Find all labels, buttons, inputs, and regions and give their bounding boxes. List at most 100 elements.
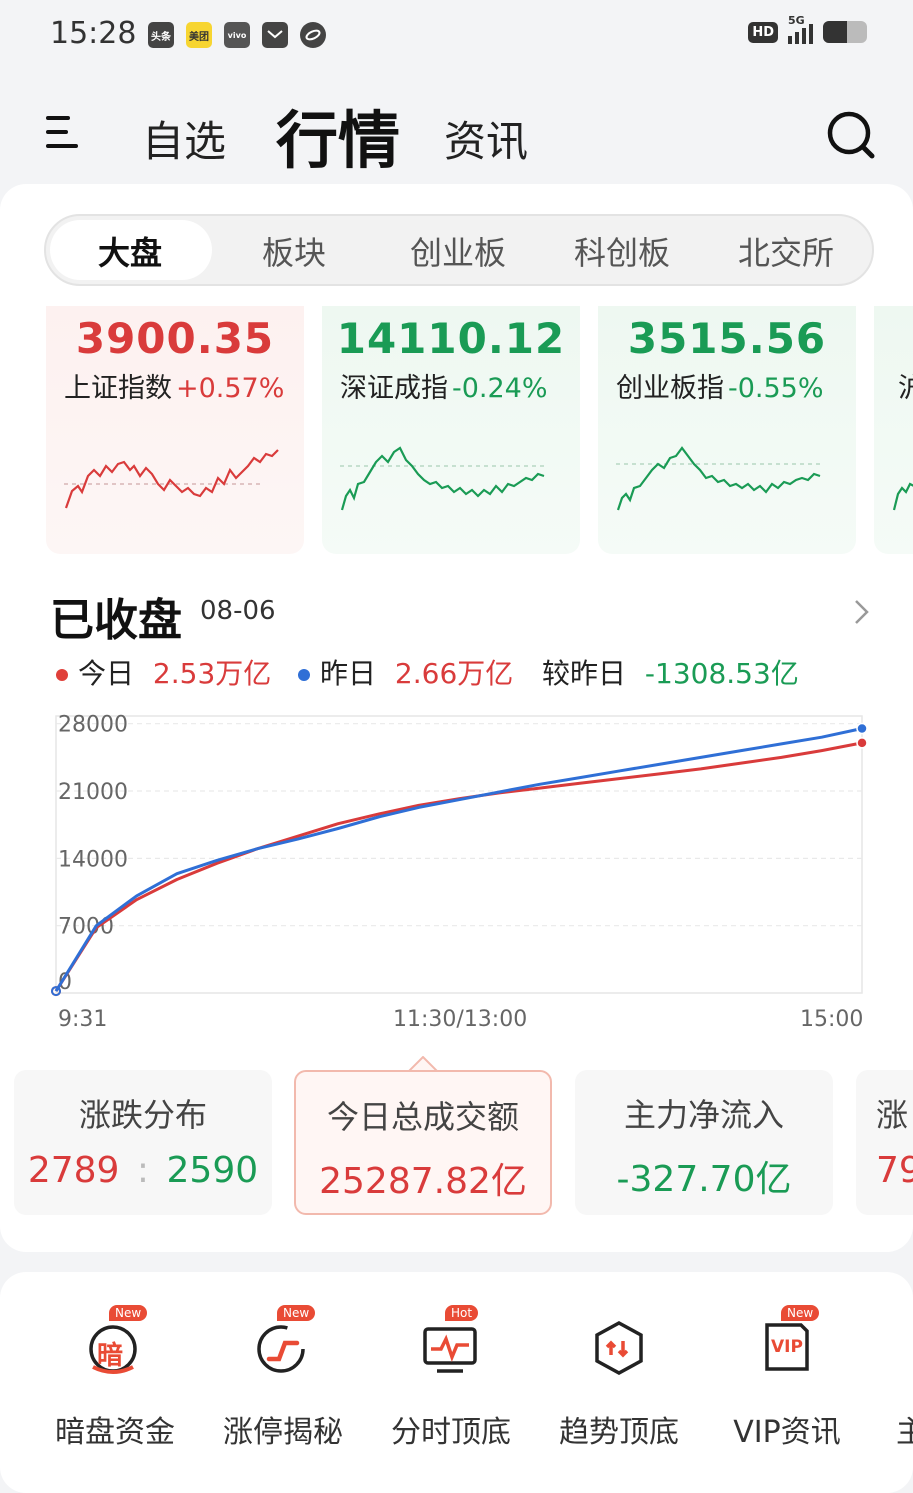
stat-sep: : [136,1150,150,1191]
vip-icon: VIP New [757,1305,820,1377]
link-app-icon [300,22,326,48]
index-name: 深证成指 -0.24% [340,366,548,405]
trend-icon [589,1317,649,1377]
index-name: 创业板指 -0.55% [616,366,824,405]
y-tick-label: 21000 [58,780,128,805]
index-change: -0.55% [728,373,824,404]
index-card-partial[interactable]: 沪 [874,306,913,554]
stat-up-down[interactable]: 涨跌分布 2789 : 2590 [14,1070,272,1215]
limit-up-icon: New [253,1305,316,1377]
hot-badge: Hot [445,1305,479,1321]
index-value: 3900.35 [75,314,275,363]
plot-frame [55,715,863,994]
segment-bse[interactable]: 北交所 [706,228,866,274]
index-label: 创业板指 [616,373,724,404]
stat-value: 79 [876,1150,913,1191]
index-sparkline [340,446,545,511]
stat-down-count: 2590 [166,1150,259,1191]
signal-icon: 5G [788,14,813,44]
tool-partial[interactable]: 主 [870,1305,913,1451]
index-value: 14110.12 [336,314,566,363]
index-sparkline [892,482,913,511]
segment-bankuai[interactable]: 板块 [214,228,374,274]
tab-market[interactable]: 行情 [276,90,400,180]
legend-today-label: 今日 [78,657,135,690]
tool-intraday[interactable]: Hot 分时顶底 [366,1305,536,1451]
index-card-sh[interactable]: 3900.35 上证指数 +0.57% [46,306,304,554]
network-type: 5G [788,14,805,27]
menu-icon[interactable] [44,112,78,152]
stat-total-turnover[interactable]: 今日总成交额 25287.82亿 [294,1070,552,1215]
tool-glyph: 暗 [97,1341,124,1371]
legend-compare: 较昨日 -1308.53亿 [542,652,799,692]
status-time: 15:28 [50,16,137,51]
stat-value: 2789 : 2590 [14,1150,272,1191]
index-name: 上证指数 +0.57% [64,366,284,405]
chevron-right-icon[interactable] [852,598,872,626]
intraday-icon: Hot [421,1305,481,1377]
series-end-point [856,722,868,735]
tool-label: 趋势顶底 [559,1415,679,1450]
stat-label: 涨跌分布 [78,1096,207,1134]
stat-up-count: 2789 [27,1150,120,1191]
x-tick-label: 11:30/13:00 [393,1007,527,1032]
series-line-yesterday [54,727,863,992]
battery-icon [823,21,867,43]
legend-yesterday-value: 2.66万亿 [394,657,514,690]
new-badge: New [109,1305,148,1321]
tab-news[interactable]: 资讯 [444,108,528,169]
index-label: 上证指数 [64,373,172,404]
mail-app-icon [262,22,288,48]
legend-today: 今日 2.53万亿 [56,652,271,692]
tool-label: VIP资讯 [733,1415,841,1450]
stat-value: 25287.82亿 [319,1161,527,1202]
index-card-sz[interactable]: 14110.12 深证成指 -0.24% [322,306,580,554]
legend-yesterday-label: 昨日 [320,657,377,690]
turnover-chart[interactable]: 070001400021000280009:31 11:30/13:00 15:00 [40,710,880,1040]
tool-label: 主 [896,1415,913,1450]
tab-watchlist[interactable]: 自选 [142,108,226,169]
legend-yesterday: 昨日 2.66万亿 [298,652,513,692]
stat-label: 主力净流入 [623,1096,784,1134]
tool-label: 涨停揭秘 [223,1415,343,1450]
series-line-today [54,741,863,992]
tool-vip-news[interactable]: VIP New VIP资讯 [702,1305,872,1451]
stat-main-flow[interactable]: 主力净流入 -327.70亿 [575,1070,833,1215]
toutiao-app-icon: 头条 [148,22,174,48]
x-tick-label: 15:00 [800,1007,863,1032]
index-change: -0.24% [452,373,548,404]
vivo-app-icon: vivo [224,22,250,48]
index-change: +0.57% [176,373,285,404]
index-label: 深证成指 [340,373,448,404]
index-value: 3515.56 [627,314,827,363]
tool-label: 暗盘资金 [55,1415,175,1450]
tool-trend[interactable]: 趋势顶底 [534,1305,704,1451]
search-icon[interactable] [826,110,876,160]
index-card-cyb[interactable]: 3515.56 创业板指 -0.55% [598,306,856,554]
dark-pool-icon: 暗 New [85,1305,148,1377]
market-date: 08-06 [200,596,276,626]
stat-label: 今日总成交额 [326,1098,519,1136]
legend-today-value: 2.53万亿 [152,657,272,690]
index-sparkline [64,449,279,509]
market-status: 已收盘 [50,595,182,646]
segment-star[interactable]: 科创板 [542,228,702,274]
series-end-point [856,737,868,749]
index-sparkline [616,446,821,511]
segment-dapan[interactable]: 大盘 [50,228,210,274]
stat-partial[interactable]: 涨 79 [856,1070,913,1215]
tool-limit-up[interactable]: New 涨停揭秘 [198,1305,368,1451]
x-tick-label: 9:31 [58,1007,107,1032]
hd-icon: HD [748,21,778,43]
y-tick-label: 28000 [58,713,128,738]
stat-label: 涨 [876,1096,909,1134]
new-badge: New [781,1305,820,1321]
legend-compare-label: 较昨日 [542,657,627,690]
tool-label: 分时顶底 [391,1415,511,1450]
y-tick-label: 14000 [58,847,128,872]
stat-value: -327.70亿 [616,1159,792,1200]
new-badge: New [277,1305,316,1321]
tool-dark-pool[interactable]: 暗 New 暗盘资金 [30,1305,200,1451]
segment-chinext[interactable]: 创业板 [378,228,538,274]
status-right: HD 5G [748,14,867,44]
